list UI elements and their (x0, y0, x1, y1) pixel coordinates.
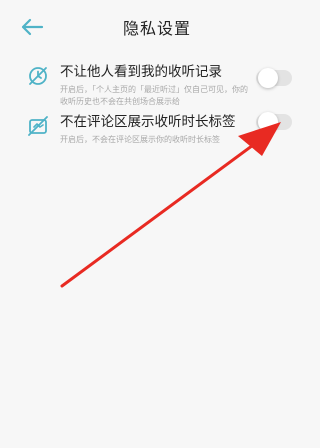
setting-row-hide-history: 不让他人看到我的收听记录 开启后，「个人主页的「最近听过」仅自己可见，你的收听历… (0, 62, 314, 116)
toggle-hide-listening-duration-tag[interactable] (256, 112, 292, 132)
toggle-knob (258, 68, 278, 88)
arrow-left-icon[interactable] (20, 18, 44, 36)
hidden-history-icon (29, 67, 47, 85)
page-title: 隐私设置 (122, 19, 191, 38)
setting-title: 不让他人看到我的收听记录 (60, 64, 222, 80)
setting-row-hide-tag: 不在评论区展示收听时长标签 开启后，不会在评论区展示你的收听时长标签 (0, 112, 314, 166)
app-header: 隐私设置 (0, 0, 314, 54)
setting-text: 不在评论区展示收听时长标签 开启后，不会在评论区展示你的收听时长标签 (60, 112, 250, 146)
setting-description: 开启后，「个人主页的「最近听过」仅自己可见，你的收听历史也不会在共创场合展示给 (60, 85, 248, 106)
hidden-tag-icon (28, 116, 48, 136)
setting-title: 不在评论区展示收听时长标签 (60, 114, 236, 130)
setting-description: 开启后，不会在评论区展示你的收听时长标签 (60, 135, 220, 144)
setting-text: 不让他人看到我的收听记录 开启后，「个人主页的「最近听过」仅自己可见，你的收听历… (60, 62, 250, 108)
toggle-hide-listening-history[interactable] (256, 68, 292, 88)
toggle-knob (258, 112, 278, 132)
